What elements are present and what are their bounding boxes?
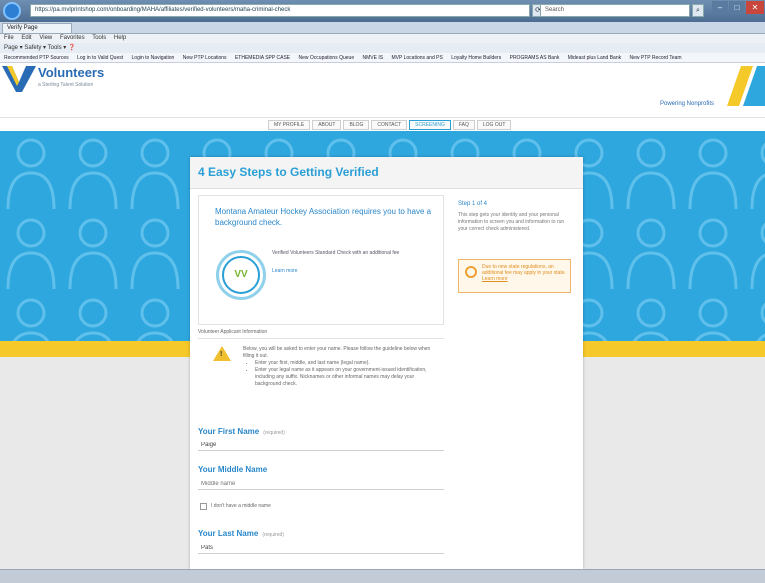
- minimize-button[interactable]: –: [712, 1, 728, 14]
- section-divider: [198, 338, 444, 339]
- menu-view[interactable]: View: [39, 35, 52, 41]
- browser-tab[interactable]: Verify Page: [2, 23, 72, 34]
- nav-blog[interactable]: BLOG: [343, 120, 370, 130]
- menu-file[interactable]: File: [4, 35, 14, 41]
- header-stripe-graphic: [727, 66, 765, 106]
- badge-learn-more-link[interactable]: Learn more: [272, 268, 298, 274]
- menu-edit[interactable]: Edit: [21, 35, 31, 41]
- favorite-link[interactable]: ETHEMEDIA SPP CASE: [235, 55, 290, 61]
- menu-favorites[interactable]: Favorites: [60, 35, 85, 41]
- name-instructions: Below, you will be asked to enter your n…: [243, 346, 438, 388]
- favorite-link[interactable]: Recommended PTP Sources: [4, 55, 69, 61]
- favorite-link[interactable]: Login to Navigation: [132, 55, 175, 61]
- site-logo-subtitle: a Sterling Talent Solution: [38, 82, 94, 88]
- middle-name-label: Your Middle Name: [198, 465, 267, 474]
- browser-logo-icon: [3, 2, 21, 20]
- favorite-link[interactable]: NMVE IS: [363, 55, 384, 61]
- nav-my-profile[interactable]: MY PROFILE: [268, 120, 311, 130]
- last-name-input[interactable]: [198, 543, 444, 554]
- menu-tools[interactable]: Tools: [92, 35, 106, 41]
- nav-faq[interactable]: FAQ: [452, 120, 475, 130]
- last-name-label: Your Last Name (required): [198, 529, 284, 538]
- nav-about[interactable]: ABOUT: [312, 120, 342, 130]
- no-middle-name-label: I don't have a middle name: [211, 503, 271, 509]
- menu-help[interactable]: Help: [114, 35, 126, 41]
- required-marker: (required): [262, 532, 284, 538]
- maximize-button[interactable]: □: [729, 1, 745, 14]
- browser-menubar: File Edit View Favorites Tools Help: [0, 34, 765, 43]
- browser-tab-strip: Verify Page: [0, 22, 765, 34]
- close-button[interactable]: ✕: [746, 1, 764, 14]
- fee-warning-link[interactable]: Learn more: [482, 276, 508, 282]
- header-tagline-link[interactable]: Powering Nonprofits: [660, 101, 714, 107]
- section-label: Volunteer Applicant Information: [198, 329, 268, 335]
- site-logo-text[interactable]: Volunteers: [38, 65, 104, 80]
- nav-screening[interactable]: SCREENING: [409, 120, 451, 130]
- middle-name-input[interactable]: [198, 479, 444, 490]
- middle-name-label-text: Your Middle Name: [198, 465, 268, 474]
- favorite-link[interactable]: New PTP Locations: [183, 55, 227, 61]
- requirement-text: Montana Amateur Hockey Association requi…: [215, 207, 432, 227]
- site-header: [0, 63, 765, 118]
- favorites-bar: Recommended PTP Sources Log in to Valid …: [0, 53, 765, 63]
- favorite-link[interactable]: New Occupations Queue: [299, 55, 355, 61]
- verified-badge-symbol: VV: [222, 256, 260, 294]
- badge-description: Verified Volunteers Standard Check with …: [272, 250, 400, 256]
- first-name-label: Your First Name (required): [198, 427, 285, 436]
- address-bar[interactable]: https://pa.mvlprintshop.com/onboarding/M…: [30, 4, 530, 17]
- nav-logout[interactable]: LOG OUT: [476, 120, 512, 130]
- step-label: Step 1 of 4: [458, 201, 488, 207]
- favorite-link[interactable]: Loyalty Home Builders: [451, 55, 501, 61]
- required-marker: (required): [263, 430, 285, 436]
- step-description: This step gets your identity and your pe…: [458, 212, 565, 232]
- page-title: 4 Easy Steps to Getting Verified: [198, 165, 379, 179]
- instructions-intro: Below, you will be asked to enter your n…: [243, 346, 431, 359]
- browser-command-bar[interactable]: Page ▾ Safety ▾ Tools ▾ ❓: [0, 43, 765, 53]
- fee-warning-message: Due to new state regulations, an additio…: [482, 264, 566, 276]
- search-input[interactable]: Search: [540, 4, 690, 17]
- favorite-link[interactable]: Log in to Valid Quest: [77, 55, 123, 61]
- favorite-link[interactable]: MVP Locations and PS: [391, 55, 442, 61]
- first-name-input[interactable]: [198, 440, 444, 451]
- instruction-item: Enter your legal name as it appears on y…: [255, 367, 438, 388]
- warning-circle-icon: [465, 266, 477, 278]
- logo-v-icon[interactable]: [2, 66, 36, 92]
- search-icon[interactable]: ⌕: [692, 4, 704, 17]
- favorite-link[interactable]: PROGRAMS AS Bank: [510, 55, 560, 61]
- nav-contact[interactable]: CONTACT: [371, 120, 408, 130]
- no-middle-name-checkbox[interactable]: [200, 503, 207, 510]
- last-name-label-text: Your Last Name: [198, 529, 259, 538]
- main-nav: MY PROFILE ABOUT BLOG CONTACT SCREENING FAQ LO…: [268, 120, 513, 130]
- favorite-link[interactable]: New PTP Record Team: [630, 55, 682, 61]
- browser-status-bar: [0, 569, 765, 583]
- instruction-item: Enter your first, middle, and last name …: [255, 360, 438, 367]
- warning-exclamation-icon: !: [220, 351, 223, 358]
- fee-warning-text: Due to new state regulations, an additio…: [482, 264, 568, 282]
- first-name-label-text: Your First Name: [198, 427, 260, 436]
- favorite-link[interactable]: Mideast plus Land Bank: [568, 55, 621, 61]
